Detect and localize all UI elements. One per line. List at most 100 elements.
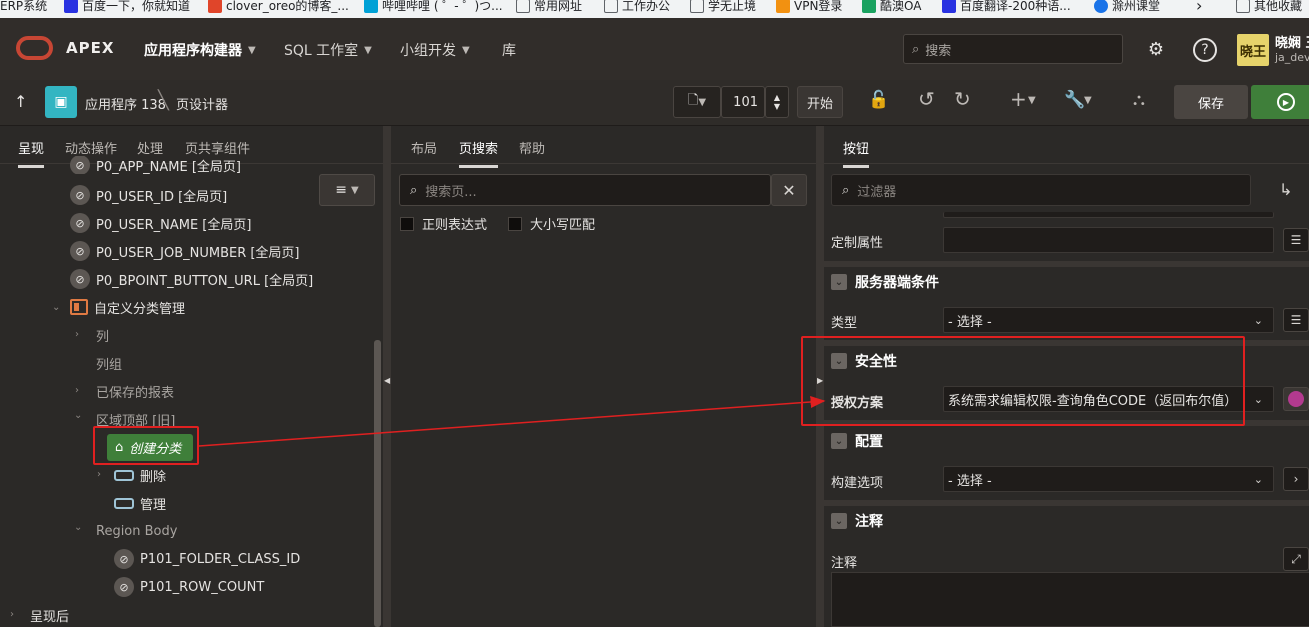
wrench-icon[interactable]: 🔧 xyxy=(1064,90,1085,110)
avatar[interactable]: 晓王 xyxy=(1237,34,1269,66)
chevron-right-icon[interactable]: › xyxy=(97,469,101,480)
tab-processing[interactable]: 处理 xyxy=(137,138,163,157)
bookmark-erp[interactable]: ERP系统 xyxy=(0,0,47,16)
apex-logo-text[interactable]: APEX xyxy=(66,39,114,57)
bookmarks-more-icon[interactable]: › xyxy=(1196,0,1202,16)
go-button[interactable]: 开始 xyxy=(797,86,843,118)
page-stepper[interactable]: ▲ ▼ xyxy=(765,86,789,118)
close-icon: ✕ xyxy=(782,180,796,200)
tab-button-properties[interactable]: 按钮 xyxy=(843,138,870,168)
chevron-down-icon[interactable]: ▼ xyxy=(1084,95,1092,106)
save-button[interactable]: 保存 xyxy=(1174,85,1248,119)
checkbox[interactable] xyxy=(508,216,522,231)
collapse-left-icon[interactable]: ◀ xyxy=(384,376,390,385)
chevron-down-icon[interactable]: ▼ xyxy=(1028,95,1036,106)
tab-rendering[interactable]: 呈现 xyxy=(18,138,45,168)
nav-app-builder[interactable]: 应用程序构建器 ▼ xyxy=(144,40,256,60)
page-selector-button[interactable]: 🗋 ▼ xyxy=(673,86,721,118)
shared-component-icon[interactable] xyxy=(1283,387,1309,411)
add-icon[interactable]: + xyxy=(1010,87,1027,111)
shared-components-icon[interactable]: ⛬ xyxy=(1133,90,1145,110)
clear-search-button[interactable]: ✕ xyxy=(771,174,807,206)
redo-icon[interactable]: ↻ xyxy=(954,87,971,111)
case-checkbox[interactable]: 大小写匹配 xyxy=(508,214,595,233)
tree-item-job-number[interactable]: ⊘ P0_USER_JOB_NUMBER [全局页] xyxy=(70,239,300,263)
tree-scrollbar[interactable] xyxy=(374,340,381,627)
go-to-group-icon[interactable]: ↳ xyxy=(1279,180,1292,199)
collapse-icon[interactable]: ⌄ xyxy=(831,513,847,529)
chevron-right-icon[interactable]: › xyxy=(1283,467,1309,491)
tab-page-search[interactable]: 页搜索 xyxy=(459,138,499,168)
tab-help[interactable]: 帮助 xyxy=(519,138,545,157)
app-icon[interactable]: ▣ xyxy=(45,86,77,118)
tree-item-column-groups[interactable]: 列组 xyxy=(96,351,122,375)
comments-section[interactable]: ⌄ 注释 xyxy=(831,502,883,540)
undo-icon[interactable]: ↺ xyxy=(918,87,935,111)
tab-shared-components[interactable]: 页共享组件 xyxy=(185,138,250,157)
bookmark-other[interactable]: 其他收藏 xyxy=(1236,0,1302,16)
collapse-icon[interactable]: ⌄ xyxy=(831,433,847,449)
tab-dynamic-actions[interactable]: 动态操作 xyxy=(65,138,117,157)
oracle-logo-icon[interactable] xyxy=(16,36,53,60)
nav-gallery[interactable]: 库 xyxy=(502,40,516,60)
collapse-icon[interactable]: ⌄ xyxy=(831,274,847,290)
user-settings-icon[interactable]: ⚙ xyxy=(1144,38,1168,62)
bookmark-oa[interactable]: 酷澳OA xyxy=(862,0,921,16)
bookmark-clover[interactable]: clover_oreo的博客_... xyxy=(208,0,349,16)
page-search-input[interactable]: ⌕ 搜索页... xyxy=(399,174,771,206)
help-icon[interactable]: ? xyxy=(1193,38,1217,62)
property-filter-input[interactable]: ⌕ 过滤器 xyxy=(831,174,1251,206)
chevron-right-icon[interactable]: › xyxy=(75,385,79,396)
build-option-select[interactable]: - 选择 - ⌄ xyxy=(943,466,1274,492)
chevron-right-icon[interactable]: › xyxy=(10,609,14,620)
tree-item-user-name[interactable]: ⊘ P0_USER_NAME [全局页] xyxy=(70,211,251,235)
run-button[interactable]: ▶ xyxy=(1251,85,1309,119)
list-icon[interactable]: ☰ xyxy=(1283,228,1309,252)
tab-layout[interactable]: 布局 xyxy=(411,138,437,157)
tree-item-region[interactable]: 自定义分类管理 xyxy=(70,295,185,319)
chevron-up-icon[interactable]: ▲ xyxy=(774,93,780,102)
tree-item-folder-class[interactable]: ⊘ P101_FOLDER_CLASS_ID xyxy=(114,547,300,571)
bookmark-fanyi[interactable]: 百度翻译-200种语... xyxy=(942,0,1071,16)
global-search-input[interactable]: ⌕ 搜索 xyxy=(903,34,1123,64)
breadcrumb-app[interactable]: 应用程序 138 xyxy=(85,94,166,113)
tree-item-saved-reports[interactable]: 已保存的报表 xyxy=(96,379,174,403)
tree-item-region-body[interactable]: Region Body xyxy=(96,519,177,543)
chevron-down-icon[interactable]: ⌄ xyxy=(74,522,82,533)
tree-item-columns[interactable]: 列 xyxy=(96,323,109,347)
bookmark-bilibili[interactable]: 哔哩哔哩 ( ゜- ゜)つ... xyxy=(364,0,503,16)
tree-item-manage-button[interactable]: 管理 xyxy=(114,491,166,515)
configuration-section[interactable]: ⌄ 配置 xyxy=(831,422,883,460)
chevron-down-icon[interactable]: ⌄ xyxy=(74,410,82,421)
condition-type-select[interactable]: - 选择 - ⌄ xyxy=(943,307,1274,333)
expand-editor-icon[interactable]: ⤢ xyxy=(1283,547,1309,571)
checkbox[interactable] xyxy=(400,216,414,231)
regex-checkbox[interactable]: 正则表达式 xyxy=(400,214,487,233)
list-icon[interactable]: ☰ xyxy=(1283,308,1309,332)
tree-item-bpoint-url[interactable]: ⊘ P0_BPOINT_BUTTON_URL [全局页] xyxy=(70,267,313,291)
tree-item-delete-button[interactable]: 删除 xyxy=(114,463,166,487)
tree-item-row-count[interactable]: ⊘ P101_ROW_COUNT xyxy=(114,575,264,599)
tree-item-app-name[interactable]: ⊘ P0_APP_NAME [全局页] xyxy=(70,156,241,174)
server-condition-section[interactable]: ⌄ 服务器端条件 xyxy=(831,263,939,301)
left-splitter[interactable]: ◀ xyxy=(383,126,391,627)
chevron-down-icon[interactable]: ⌄ xyxy=(52,302,60,313)
nav-sql-workshop[interactable]: SQL 工作室 ▼ xyxy=(284,40,372,60)
bookmark-folder-learn[interactable]: 学无止境 xyxy=(690,0,756,16)
page-number-input[interactable]: 101 xyxy=(721,86,765,118)
lock-icon[interactable]: 🔓 xyxy=(868,90,889,110)
tree-item-after-rendering[interactable]: 呈现后 xyxy=(30,603,69,627)
chevron-down-icon[interactable]: ▼ xyxy=(774,102,780,111)
bookmark-chuzhou[interactable]: 滁州课堂 xyxy=(1094,0,1160,16)
tree-item-user-id[interactable]: ⊘ P0_USER_ID [全局页] xyxy=(70,183,227,207)
bookmark-folder-common[interactable]: 常用网址 xyxy=(516,0,582,16)
custom-attributes-input[interactable] xyxy=(943,227,1274,253)
bookmark-baidu[interactable]: 百度一下，你就知道 xyxy=(64,0,190,16)
tree-menu-button[interactable]: ≡ ▼ xyxy=(319,174,375,206)
nav-team-dev[interactable]: 小组开发 ▼ xyxy=(400,40,470,60)
bookmark-folder-work[interactable]: 工作办公 xyxy=(604,0,670,16)
bookmark-vpn[interactable]: VPN登录 xyxy=(776,0,842,16)
up-arrow-icon[interactable]: ↑ xyxy=(14,92,27,111)
chevron-right-icon[interactable]: › xyxy=(75,329,79,340)
comments-textarea[interactable] xyxy=(831,572,1309,627)
